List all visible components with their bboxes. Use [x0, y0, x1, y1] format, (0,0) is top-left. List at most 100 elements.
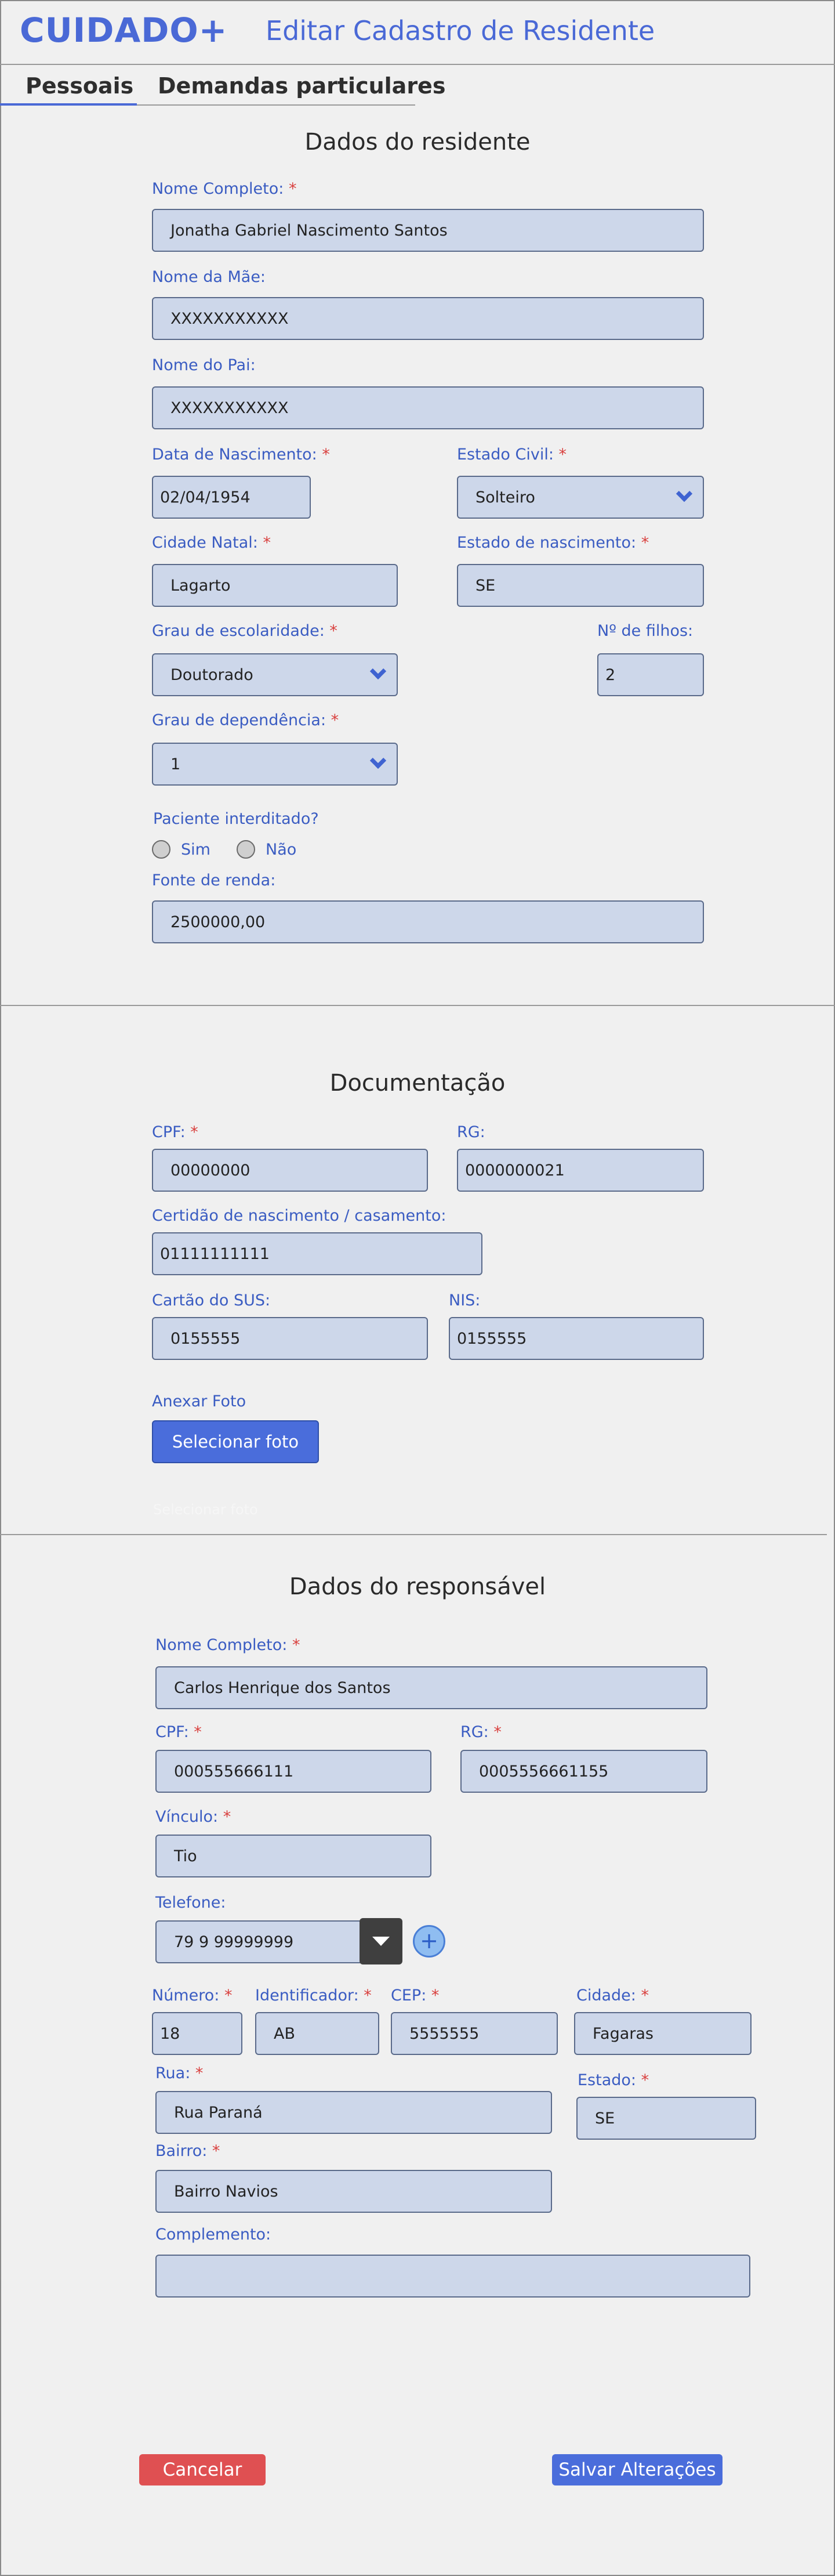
chevron-down-icon	[369, 752, 387, 769]
estado-civil-value: Solteiro	[475, 488, 535, 506]
label-identificador: Identificador: *	[255, 1987, 372, 2005]
label-estado-nascimento: Estado de nascimento: *	[457, 534, 649, 552]
bairro-value: Bairro Navios	[174, 2182, 278, 2201]
resp-cpf-value: 000555666111	[174, 1762, 294, 1781]
nome-pai-input[interactable]: XXXXXXXXXXX	[152, 386, 704, 429]
nome-completo-value: Jonatha Gabriel Nascimento Santos	[170, 221, 448, 240]
vinculo-input[interactable]: Tio	[155, 1835, 431, 1877]
nome-mae-value: XXXXXXXXXXX	[170, 309, 289, 328]
label-cpf: CPF: *	[152, 1123, 198, 1141]
fonte-renda-value: 2500000,00	[170, 913, 266, 931]
label-fonte-renda: Fonte de renda:	[152, 871, 276, 889]
section-title-responsavel: Dados do responsável	[289, 1573, 546, 1600]
telefone-dropdown-button[interactable]	[360, 1918, 402, 1964]
label-cartao-sus: Cartão do SUS:	[152, 1291, 271, 1309]
radio-nao-label: Não	[266, 841, 297, 859]
nome-pai-value: XXXXXXXXXXX	[170, 399, 289, 417]
fonte-renda-input[interactable]: 2500000,00	[152, 900, 704, 943]
grau-escolaridade-select[interactable]: Doutorado	[152, 653, 398, 696]
label-resp-cpf: CPF: *	[155, 1723, 202, 1741]
label-rua: Rua: *	[155, 2064, 204, 2082]
numero-filhos-value: 2	[605, 665, 616, 684]
cartao-sus-value: 0155555	[170, 1329, 241, 1348]
rg-input[interactable]: 0000000021	[457, 1149, 704, 1192]
label-grau-escolaridade: Grau de escolaridade: *	[152, 622, 337, 640]
radio-sim-label: Sim	[181, 841, 210, 859]
label-cep: CEP: *	[391, 1987, 440, 2005]
chevron-down-icon	[676, 485, 693, 502]
radio-sim[interactable]	[152, 840, 170, 859]
radio-nao[interactable]	[237, 840, 255, 859]
label-numero: Número: *	[152, 1987, 233, 2005]
estado-input[interactable]: SE	[576, 2097, 756, 2140]
selecionar-foto-button[interactable]: Selecionar foto	[152, 1420, 319, 1463]
cartao-sus-input[interactable]: 0155555	[152, 1317, 428, 1360]
resp-rg-value: 0005556661155	[479, 1762, 609, 1781]
nis-value: 0155555	[457, 1329, 527, 1348]
resp-nome-completo-value: Carlos Henrique dos Santos	[174, 1678, 391, 1697]
vinculo-value: Tio	[174, 1847, 197, 1865]
cidade-value: Fagaras	[593, 2024, 654, 2043]
rg-value: 0000000021	[465, 1161, 565, 1180]
identificador-value: AB	[274, 2024, 295, 2043]
label-rg: RG:	[457, 1123, 485, 1141]
numero-value: 18	[160, 2024, 180, 2043]
bairro-input[interactable]: Bairro Navios	[155, 2170, 552, 2213]
data-nascimento-value: 02/04/1954	[160, 488, 251, 506]
label-nome-pai: Nome do Pai:	[152, 356, 256, 374]
save-button[interactable]: Salvar Alterações	[552, 2454, 723, 2485]
cpf-input[interactable]: 00000000	[152, 1149, 428, 1192]
resp-nome-completo-input[interactable]: Carlos Henrique dos Santos	[155, 1666, 707, 1709]
resp-rg-input[interactable]: 0005556661155	[460, 1750, 707, 1793]
selected-file-text: Selecionar foto	[153, 1502, 258, 1518]
label-complemento: Complemento:	[155, 2226, 271, 2244]
label-cidade-natal: Cidade Natal: *	[152, 534, 271, 552]
section-title-residente: Dados do residente	[304, 129, 531, 155]
label-paciente-interditado: Paciente interditado?	[153, 810, 319, 828]
section-title-documentacao: Documentação	[329, 1070, 506, 1097]
add-telefone-button[interactable]: +	[413, 1925, 445, 1958]
estado-nascimento-input[interactable]: SE	[457, 564, 704, 607]
grau-dependencia-value: 1	[170, 755, 181, 773]
resp-cpf-input[interactable]: 000555666111	[155, 1750, 431, 1793]
numero-filhos-input[interactable]: 2	[597, 653, 704, 696]
nis-input[interactable]: 0155555	[449, 1317, 704, 1360]
identificador-input[interactable]: AB	[255, 2012, 379, 2055]
cpf-value: 00000000	[170, 1161, 251, 1180]
label-resp-nome-completo: Nome Completo: *	[155, 1636, 300, 1654]
grau-escolaridade-value: Doutorado	[170, 665, 253, 684]
label-nis: NIS:	[449, 1291, 481, 1309]
cep-value: 5555555	[409, 2024, 480, 2043]
estado-nascimento-value: SE	[475, 576, 496, 595]
tab-underline	[137, 104, 415, 106]
nome-completo-input[interactable]: Jonatha Gabriel Nascimento Santos	[152, 209, 704, 252]
label-estado-civil: Estado Civil: *	[457, 446, 567, 464]
label-grau-dependencia: Grau de dependência: *	[152, 711, 339, 729]
cancel-button[interactable]: Cancelar	[139, 2454, 266, 2485]
data-nascimento-input[interactable]: 02/04/1954	[152, 476, 311, 519]
cep-input[interactable]: 5555555	[391, 2012, 558, 2055]
label-vinculo: Vínculo: *	[155, 1808, 231, 1826]
rua-input[interactable]: Rua Paraná	[155, 2091, 552, 2134]
nome-mae-input[interactable]: XXXXXXXXXXX	[152, 297, 704, 340]
tab-pessoais[interactable]: Pessoais	[26, 73, 133, 99]
telefone-value: 79 9 99999999	[174, 1933, 294, 1951]
label-nome-completo: Nome Completo: *	[152, 180, 297, 198]
chevron-down-icon	[369, 663, 387, 680]
rua-value: Rua Paraná	[174, 2103, 263, 2122]
grau-dependencia-select[interactable]: 1	[152, 743, 398, 786]
certidao-input[interactable]: 01111111111	[152, 1232, 482, 1275]
complemento-input[interactable]	[155, 2255, 750, 2298]
section-divider	[0, 1005, 835, 1006]
estado-civil-select[interactable]: Solteiro	[457, 476, 704, 519]
cidade-natal-input[interactable]: Lagarto	[152, 564, 398, 607]
label-bairro: Bairro: *	[155, 2142, 220, 2160]
label-estado: Estado: *	[578, 2071, 649, 2089]
label-resp-rg: RG: *	[460, 1723, 502, 1741]
section-divider	[0, 1534, 827, 1535]
tab-demandas-particulares[interactable]: Demandas particulares	[158, 73, 445, 99]
cidade-input[interactable]: Fagaras	[574, 2012, 752, 2055]
tab-active-indicator	[0, 103, 137, 106]
numero-input[interactable]: 18	[152, 2012, 242, 2055]
brand-logo: CUIDADO+	[20, 10, 228, 50]
